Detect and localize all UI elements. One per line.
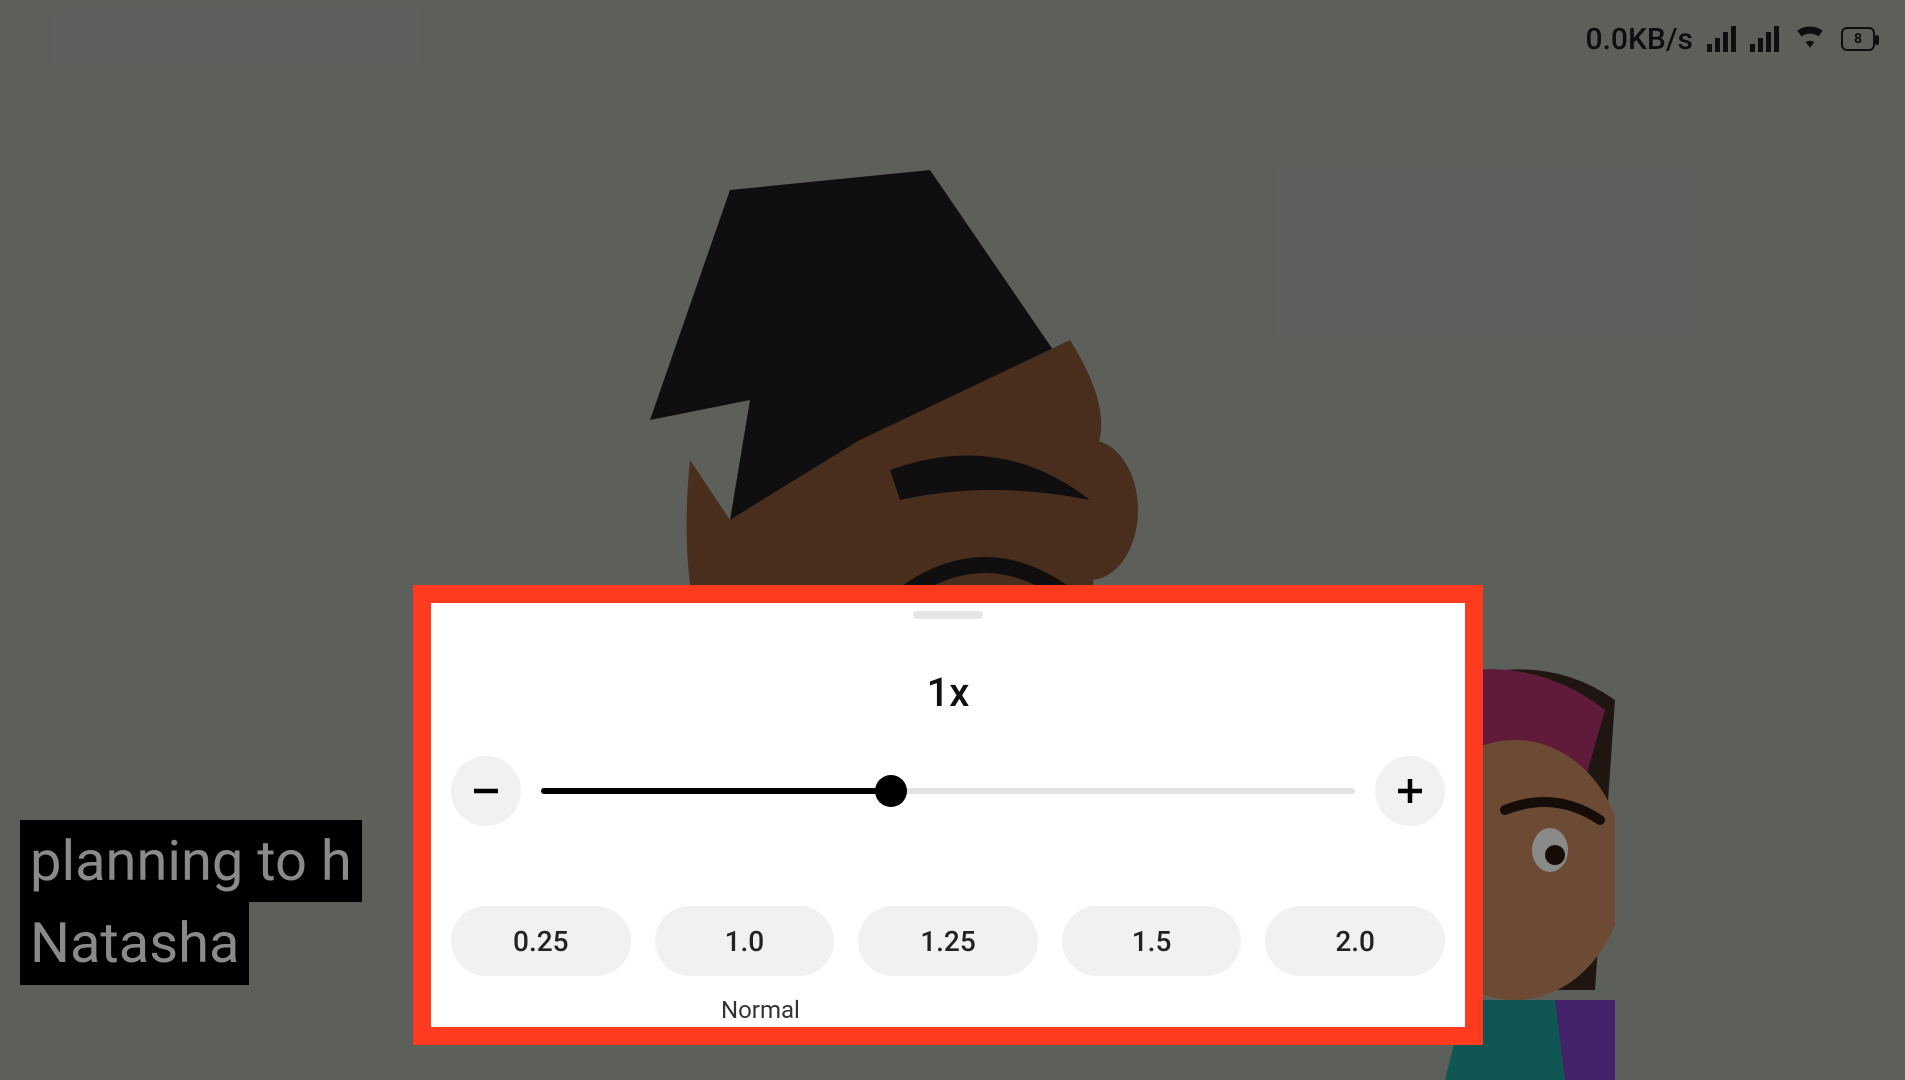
slider-fill — [541, 788, 891, 794]
speed-slider[interactable] — [541, 788, 1355, 794]
normal-speed-label: Normal — [431, 996, 1465, 1024]
speed-slider-row — [431, 756, 1465, 826]
minus-icon — [468, 773, 504, 809]
speed-presets: 0.25 1.0 1.25 1.5 2.0 — [431, 906, 1465, 976]
speed-preset-1-25[interactable]: 1.25 — [858, 906, 1038, 976]
speed-preset-2-0[interactable]: 2.0 — [1265, 906, 1445, 976]
speed-preset-1-5[interactable]: 1.5 — [1062, 906, 1242, 976]
decrease-speed-button[interactable] — [451, 756, 521, 826]
plus-icon — [1392, 773, 1428, 809]
current-speed-label: 1x — [927, 669, 970, 716]
speed-preset-1-0[interactable]: 1.0 — [655, 906, 835, 976]
slider-thumb[interactable] — [875, 775, 907, 807]
increase-speed-button[interactable] — [1375, 756, 1445, 826]
playback-speed-panel: 1x 0.25 1.0 1.25 1.5 2.0 Normal — [413, 585, 1483, 1045]
speed-preset-0-25[interactable]: 0.25 — [451, 906, 631, 976]
drag-handle[interactable] — [913, 611, 983, 619]
